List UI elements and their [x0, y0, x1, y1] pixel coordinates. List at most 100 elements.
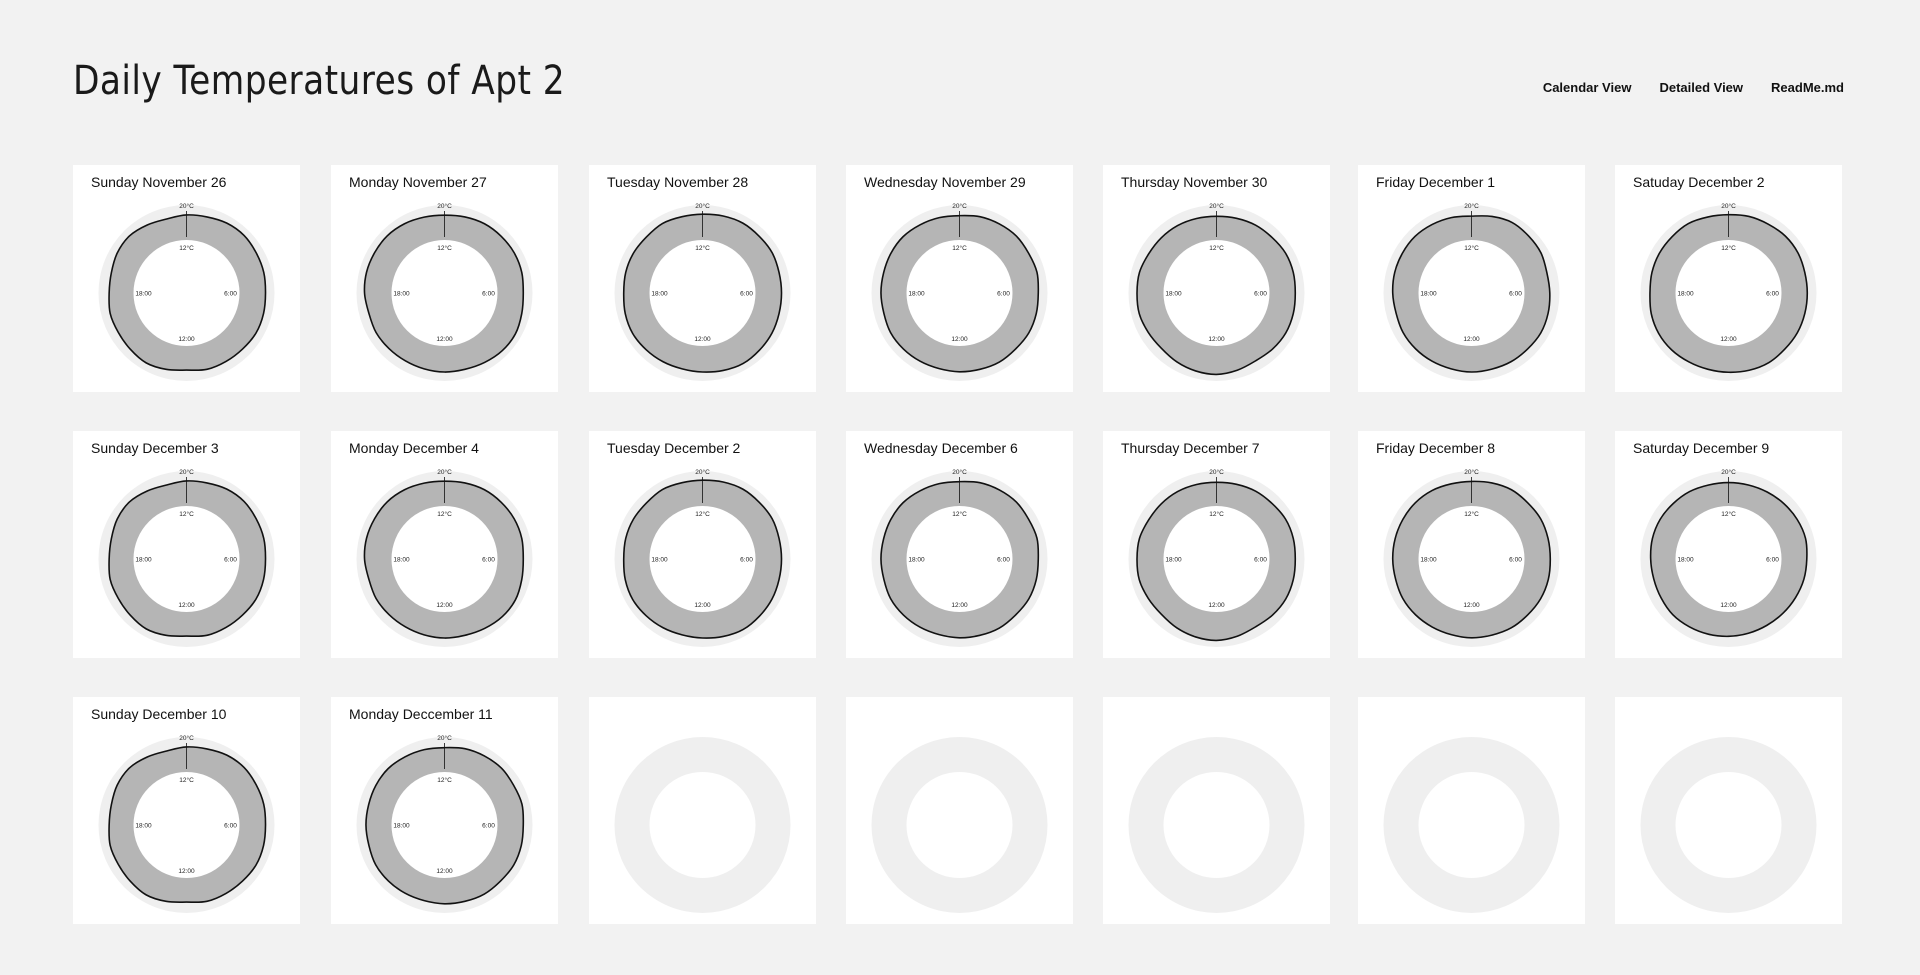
scale-label-12: 12°C: [695, 510, 710, 518]
radial-temperature-chart: 20°C 12°C 6:00 12:00 18:00: [1383, 202, 1560, 381]
time-label-18: 18:00: [135, 823, 152, 830]
time-label-18: 18:00: [1420, 557, 1437, 564]
ring-hole: [1418, 772, 1525, 878]
time-label-6: 6:00: [1766, 557, 1779, 564]
scale-label-20: 20°C: [179, 202, 194, 210]
ring-hole: [906, 772, 1013, 878]
radial-temperature-chart: 20°C 12°C 6:00 12:00 18:00: [356, 734, 533, 913]
day-card[interactable]: [1615, 697, 1842, 924]
time-label-18: 18:00: [393, 823, 410, 830]
day-card[interactable]: Satuday December 2 20°C 12°C 6:00 12:00 18:00: [1615, 165, 1842, 392]
time-label-12: 12:00: [1208, 336, 1225, 343]
scale-label-12: 12°C: [179, 510, 194, 518]
scale-label-12: 12°C: [1209, 510, 1224, 518]
scale-label-12: 12°C: [1464, 510, 1479, 518]
time-label-18: 18:00: [1165, 557, 1182, 564]
radial-temperature-chart: 20°C 12°C 6:00 12:00 18:00: [98, 468, 275, 647]
day-card[interactable]: [589, 697, 816, 924]
time-label-6: 6:00: [1509, 291, 1522, 298]
time-label-6: 6:00: [1509, 557, 1522, 564]
time-label-18: 18:00: [908, 291, 925, 298]
time-label-18: 18:00: [393, 557, 410, 564]
day-card[interactable]: Friday December 8 20°C 12°C 6:00 12:00 18:00: [1358, 431, 1585, 658]
radial-temperature-chart: 20°C 12°C 6:00 12:00 18:00: [1383, 468, 1560, 647]
radial-temperature-chart: [1383, 737, 1560, 913]
time-label-12: 12:00: [436, 602, 453, 609]
scale-label-20: 20°C: [437, 202, 452, 210]
day-card[interactable]: Saturday December 9 20°C 12°C 6:00 12:00 18:0…: [1615, 431, 1842, 658]
day-card[interactable]: [1358, 697, 1585, 924]
time-label-6: 6:00: [224, 291, 237, 298]
scale-label-20: 20°C: [695, 202, 710, 210]
day-card[interactable]: Sunday November 26 20°C 12°C 6:00 12:00 18:00: [73, 165, 300, 392]
ring-hole: [1163, 772, 1270, 878]
scale-label-20: 20°C: [1209, 202, 1224, 210]
radial-temperature-chart: 20°C 12°C 6:00 12:00 18:00: [1128, 468, 1305, 647]
radial-temperature-chart: 20°C 12°C 6:00 12:00 18:00: [1640, 468, 1817, 647]
day-card[interactable]: Tuesday December 2 20°C 12°C 6:00 12:00 18:00: [589, 431, 816, 658]
time-label-18: 18:00: [135, 557, 152, 564]
radial-temperature-chart: 20°C 12°C 6:00 12:00 18:00: [614, 202, 791, 381]
day-card[interactable]: Monday December 4 20°C 12°C 6:00 12:00 18:00: [331, 431, 558, 658]
scale-label-12: 12°C: [952, 244, 967, 252]
day-card[interactable]: [1103, 697, 1330, 924]
day-card[interactable]: Friday December 1 20°C 12°C 6:00 12:00 18:00: [1358, 165, 1585, 392]
time-label-12: 12:00: [1208, 602, 1225, 609]
scale-label-12: 12°C: [1721, 510, 1736, 518]
day-card[interactable]: [846, 697, 1073, 924]
day-card[interactable]: Thursday November 30 20°C 12°C 6:00 12:00 18:…: [1103, 165, 1330, 392]
scale-label-20: 20°C: [1721, 468, 1736, 476]
time-label-6: 6:00: [997, 557, 1010, 564]
ring-hole: [1675, 772, 1782, 878]
time-label-18: 18:00: [908, 557, 925, 564]
radial-temperature-chart: 20°C 12°C 6:00 12:00 18:00: [356, 468, 533, 647]
radial-temperature-chart: 20°C 12°C 6:00 12:00 18:00: [614, 468, 791, 647]
day-card[interactable]: Thursday December 7 20°C 12°C 6:00 12:00 18:0…: [1103, 431, 1330, 658]
scale-label-12: 12°C: [179, 244, 194, 252]
scale-label-12: 12°C: [695, 244, 710, 252]
radial-temperature-chart: [871, 737, 1048, 913]
scale-label-20: 20°C: [952, 202, 967, 210]
scale-label-20: 20°C: [1209, 468, 1224, 476]
scale-label-20: 20°C: [1721, 202, 1736, 210]
radial-temperature-chart: 20°C 12°C 6:00 12:00 18:00: [98, 202, 275, 381]
time-label-12: 12:00: [178, 602, 195, 609]
scale-label-12: 12°C: [1209, 244, 1224, 252]
radial-temperature-chart: 20°C 12°C 6:00 12:00 18:00: [1640, 202, 1817, 381]
day-card[interactable]: Monday Deccember 11 20°C 12°C 6:00 12:00 18:0…: [331, 697, 558, 924]
time-label-18: 18:00: [651, 557, 668, 564]
day-card[interactable]: Wednesday December 6 20°C 12°C 6:00 12:00 18:…: [846, 431, 1073, 658]
ring-hole: [649, 772, 756, 878]
radial-temperature-chart: 20°C 12°C 6:00 12:00 18:00: [871, 202, 1048, 381]
scale-label-12: 12°C: [179, 776, 194, 784]
scale-label-12: 12°C: [1721, 244, 1736, 252]
time-label-12: 12:00: [436, 868, 453, 875]
time-label-18: 18:00: [135, 291, 152, 298]
calendar-grid: Sunday November 26 20°C 12°C 6:00 12:00 18:00…: [0, 0, 1920, 975]
time-label-18: 18:00: [1677, 557, 1694, 564]
day-card[interactable]: Wednesday November 29 20°C 12°C 6:00 12:00 18…: [846, 165, 1073, 392]
time-label-6: 6:00: [224, 823, 237, 830]
time-label-12: 12:00: [951, 602, 968, 609]
scale-label-20: 20°C: [952, 468, 967, 476]
time-label-18: 18:00: [1165, 291, 1182, 298]
radial-temperature-chart: 20°C 12°C 6:00 12:00 18:00: [871, 468, 1048, 647]
day-card[interactable]: Monday November 27 20°C 12°C 6:00 12:00 18:00: [331, 165, 558, 392]
time-label-12: 12:00: [1463, 336, 1480, 343]
scale-label-20: 20°C: [437, 468, 452, 476]
day-card[interactable]: Sunday December 10 20°C 12°C 6:00 12:00 18:00: [73, 697, 300, 924]
scale-label-12: 12°C: [437, 776, 452, 784]
day-card[interactable]: Tuesday November 28 20°C 12°C 6:00 12:00 18:0…: [589, 165, 816, 392]
day-card[interactable]: Sunday December 3 20°C 12°C 6:00 12:00 18:00: [73, 431, 300, 658]
scale-label-20: 20°C: [695, 468, 710, 476]
scale-label-20: 20°C: [179, 468, 194, 476]
time-label-6: 6:00: [482, 557, 495, 564]
radial-temperature-chart: 20°C 12°C 6:00 12:00 18:00: [356, 202, 533, 381]
scale-label-12: 12°C: [437, 244, 452, 252]
time-label-18: 18:00: [651, 291, 668, 298]
radial-temperature-chart: 20°C 12°C 6:00 12:00 18:00: [98, 734, 275, 913]
time-label-18: 18:00: [1677, 291, 1694, 298]
radial-temperature-chart: 20°C 12°C 6:00 12:00 18:00: [1128, 202, 1305, 381]
time-label-12: 12:00: [178, 336, 195, 343]
time-label-12: 12:00: [694, 336, 711, 343]
